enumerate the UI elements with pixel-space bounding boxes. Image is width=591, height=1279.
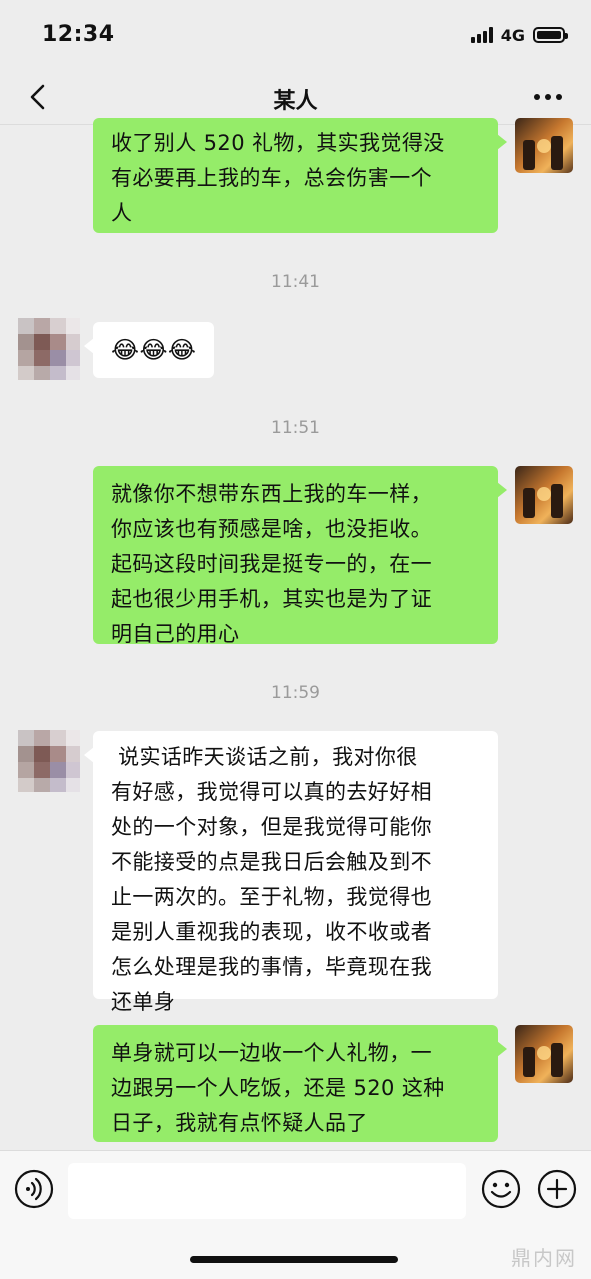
smiley-icon[interactable] (481, 1169, 521, 1209)
message-bubble-outgoing[interactable]: 就像你不想带东西上我的车一样， 你应该也有预感是啥，也没拒收。 起码这段时间我是… (93, 466, 507, 646)
avatar-me[interactable] (515, 1025, 573, 1083)
message-bubble-outgoing[interactable]: 收了别人 520 礼物，其实我觉得没 有必要再上我的车，总会伤害一个 人 (93, 118, 507, 233)
watermark: 鼎内网 (511, 1246, 577, 1270)
avatar-me[interactable] (515, 118, 573, 173)
signal-icon (470, 27, 493, 43)
status-indicators: 4G (470, 25, 568, 45)
status-time: 12:34 (42, 22, 115, 47)
battery-icon (533, 27, 568, 43)
network-type: 4G (500, 25, 525, 45)
nav-bar: 某人 (0, 70, 591, 125)
status-bar: 12:34 4G (0, 0, 591, 70)
home-indicator[interactable] (190, 1256, 398, 1263)
message-bubble-incoming[interactable]: 说实话昨天谈话之前，我对你很 有好感，我觉得可以真的去好好相 处的一个对象，但是… (84, 731, 498, 1014)
timestamp: 11:59 (271, 683, 320, 703)
timestamp: 11:41 (271, 272, 320, 292)
chat-title: 某人 (273, 89, 318, 114)
avatar-contact[interactable] (18, 318, 80, 380)
message-bubble-outgoing[interactable]: 单身就可以一边收一个人礼物，一 边跟另一个人吃饭，还是 520 这种 日子，我就… (93, 1025, 507, 1142)
voice-icon[interactable] (14, 1169, 54, 1209)
timestamp: 11:51 (271, 418, 320, 438)
message-input[interactable] (68, 1163, 466, 1219)
avatar-contact[interactable] (18, 730, 80, 792)
avatar-me[interactable] (515, 466, 573, 524)
plus-icon[interactable] (537, 1169, 577, 1209)
ellipsis-icon[interactable] (533, 90, 563, 104)
message-bubble-incoming[interactable]: 😂😂😂 (83, 322, 215, 378)
